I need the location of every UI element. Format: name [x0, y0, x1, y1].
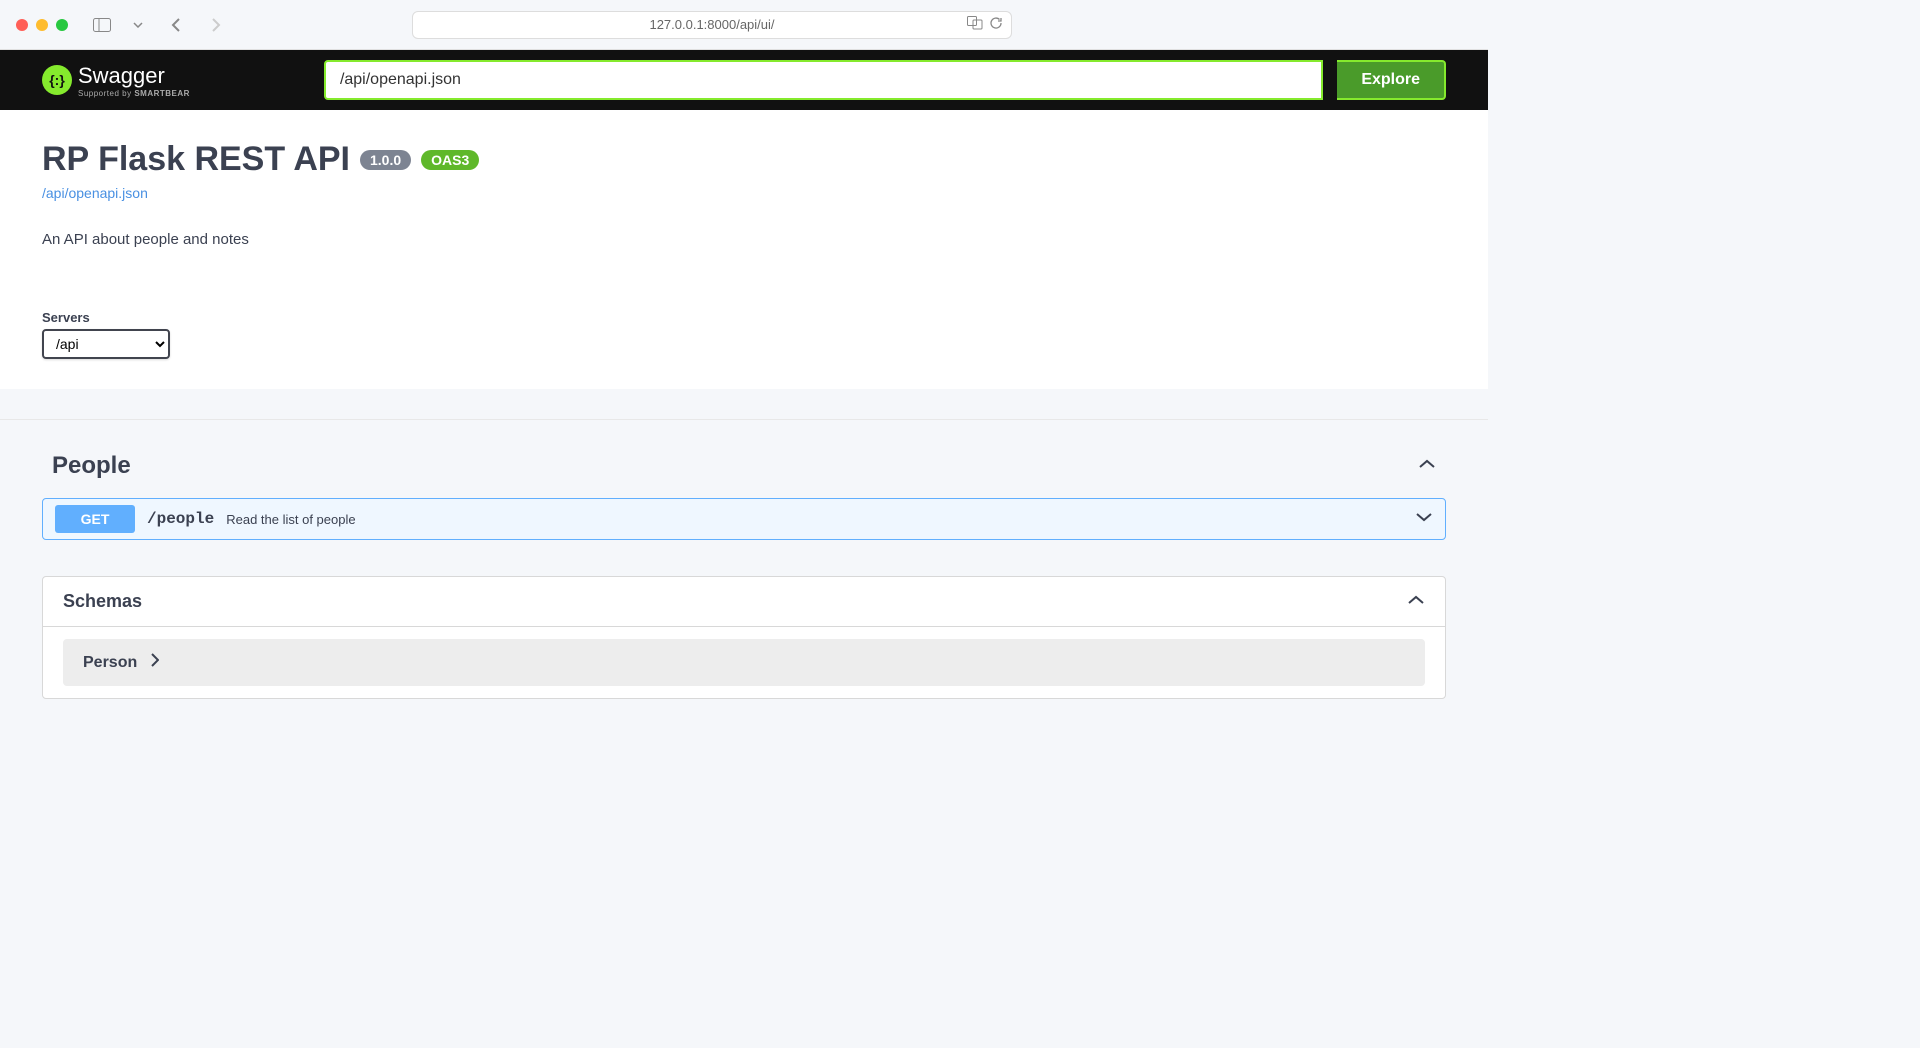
endpoints-section: People GET /people Read the list of peop…	[0, 419, 1488, 739]
operation-get-people[interactable]: GET /people Read the list of people	[42, 498, 1446, 540]
forward-button[interactable]	[202, 15, 230, 35]
tag-people: People GET /people Read the list of peop…	[42, 440, 1446, 540]
reload-icon[interactable]	[989, 16, 1003, 33]
tag-name: People	[52, 452, 131, 480]
browser-chrome: 127.0.0.1:8000/api/ui/	[0, 0, 1488, 50]
operation-path: /people	[147, 510, 214, 528]
swagger-topbar: {:} Swagger Supported by SMARTBEAR Explo…	[0, 50, 1488, 110]
maximize-window-button[interactable]	[56, 19, 68, 31]
back-button[interactable]	[162, 15, 190, 35]
schemas-header[interactable]: Schemas	[43, 577, 1445, 627]
servers-select[interactable]: /api	[42, 329, 170, 359]
schema-item-person[interactable]: Person	[63, 639, 1425, 686]
schemas-section: Schemas Person	[42, 576, 1446, 699]
swagger-brand-text: Swagger	[78, 63, 190, 89]
swagger-logo-icon: {:}	[42, 65, 72, 95]
sidebar-toggle-button[interactable]	[88, 15, 116, 35]
explore-button[interactable]: Explore	[1337, 60, 1446, 100]
translate-icon[interactable]	[967, 16, 983, 33]
close-window-button[interactable]	[16, 19, 28, 31]
url-bar[interactable]: 127.0.0.1:8000/api/ui/	[412, 11, 1012, 39]
version-badge: 1.0.0	[360, 150, 411, 170]
oas-badge: OAS3	[421, 150, 479, 170]
tag-header[interactable]: People	[42, 440, 1446, 492]
chevron-up-icon	[1418, 457, 1436, 475]
api-description: An API about people and notes	[42, 231, 1446, 248]
minimize-window-button[interactable]	[36, 19, 48, 31]
servers-label: Servers	[42, 310, 1446, 325]
operation-summary: Read the list of people	[226, 512, 355, 527]
spec-link[interactable]: /api/openapi.json	[42, 185, 148, 201]
chevron-up-icon	[1407, 593, 1425, 611]
api-title: RP Flask REST API	[42, 140, 350, 179]
servers-section: Servers /api	[42, 310, 1446, 359]
chevron-down-icon	[1415, 510, 1433, 528]
spec-url-input[interactable]	[324, 60, 1323, 100]
schemas-title: Schemas	[63, 591, 142, 612]
window-controls	[16, 19, 68, 31]
method-badge: GET	[55, 505, 135, 533]
swagger-logo[interactable]: {:} Swagger Supported by SMARTBEAR	[42, 63, 190, 98]
chevron-down-icon[interactable]	[124, 15, 152, 35]
url-text: 127.0.0.1:8000/api/ui/	[649, 17, 774, 32]
swagger-supported-text: Supported by SMARTBEAR	[78, 89, 190, 98]
schema-name: Person	[83, 654, 137, 672]
api-info-section: RP Flask REST API 1.0.0 OAS3 /api/openap…	[0, 110, 1488, 389]
chevron-right-icon	[151, 653, 159, 672]
